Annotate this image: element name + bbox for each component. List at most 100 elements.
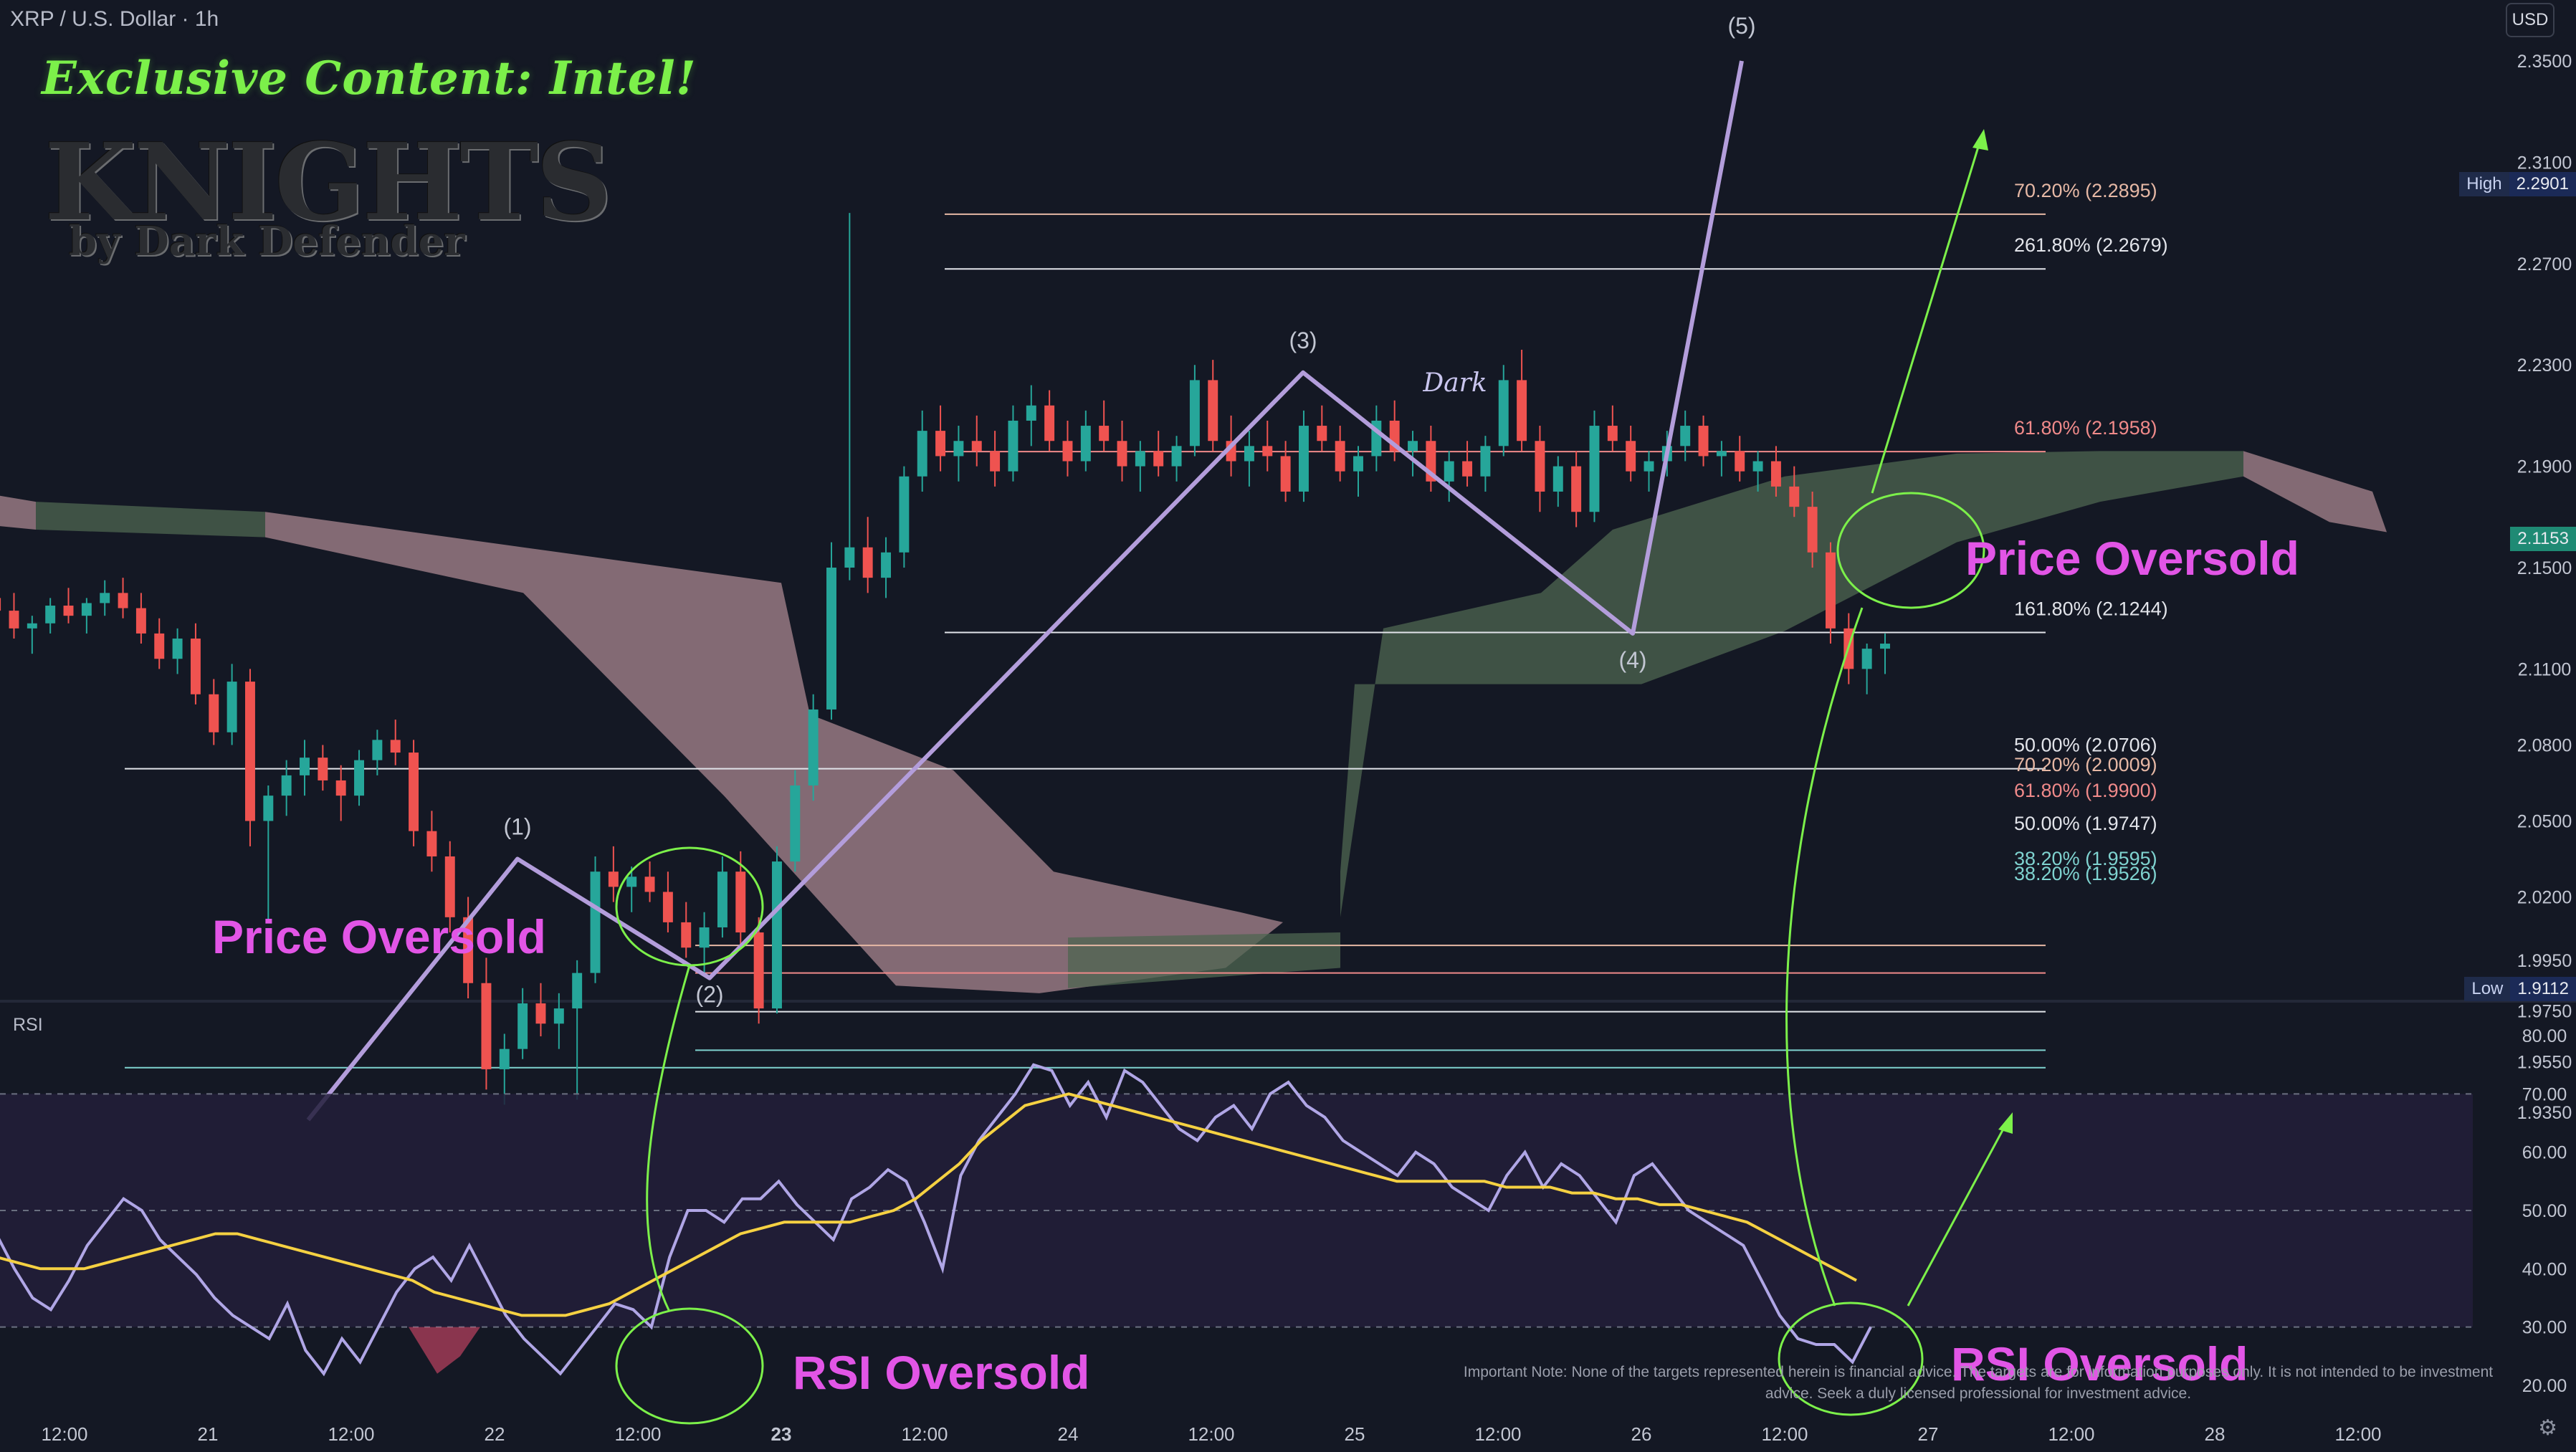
candle-body	[300, 758, 310, 775]
candle-body	[335, 780, 346, 796]
high-value: 2.2901	[2509, 172, 2576, 196]
candle-body	[281, 775, 292, 796]
candle-body	[590, 871, 601, 973]
chart-container[interactable]: 70.20% (2.2895) 261.80% (2.2679) 61.80% (2…	[0, 0, 2576, 1452]
rsi-axis-tick: 30.00	[2522, 1318, 2567, 1338]
candle-body	[1498, 380, 1509, 446]
time-axis-tick: 21	[198, 1423, 219, 1445]
candle-body	[535, 1003, 546, 1024]
currency-button[interactable]: USD	[2506, 3, 2554, 37]
candle-body	[1626, 441, 1636, 472]
price-axis-tick: 2.1100	[2518, 659, 2572, 679]
candle-body	[662, 892, 673, 922]
candle-body	[1444, 461, 1454, 482]
candle-body	[1517, 380, 1527, 441]
candle-body	[481, 983, 492, 1069]
candle-body	[1861, 649, 1872, 669]
candle-body	[1752, 461, 1763, 472]
candle-body	[1480, 446, 1491, 477]
candle-body	[1171, 446, 1182, 467]
time-axis-tick: 25	[1345, 1423, 1365, 1445]
watermark-mid-label: Dark	[1422, 368, 1487, 398]
candle-body	[1135, 451, 1145, 467]
time-axis-tick: 26	[1631, 1423, 1652, 1445]
candle-body	[572, 973, 583, 1009]
candle-body	[1189, 380, 1200, 446]
candle-body	[1552, 466, 1563, 492]
candle-body	[1807, 507, 1818, 553]
candle-body	[1080, 426, 1091, 462]
target-arrow-line	[1871, 137, 1983, 494]
rsi-layer	[0, 1063, 2473, 1377]
time-axis-tick: 12:00	[2048, 1423, 2094, 1445]
candle-body	[154, 633, 165, 659]
candle-body	[1280, 456, 1291, 492]
rsi-axis-tick: 50.00	[2522, 1201, 2567, 1221]
low-price-tag: Low 1.9112	[2464, 977, 2576, 1001]
candle-body	[1770, 461, 1781, 487]
price-axis-tick: 2.0200	[2517, 888, 2572, 908]
pane-separator	[0, 1000, 2576, 1003]
candle-body	[1262, 446, 1273, 457]
candle-body	[1789, 486, 1800, 507]
rsi-oversold-label: RSI Oversold	[793, 1346, 1089, 1399]
time-axis-tick: 12:00	[41, 1423, 87, 1445]
price-axis-tick: 1.9550	[2517, 1052, 2572, 1072]
time-axis-tick: 28	[2205, 1423, 2226, 1445]
candle-body	[1589, 426, 1600, 512]
candle-body	[409, 753, 419, 831]
candle-body	[771, 861, 782, 1009]
candle-body	[1535, 441, 1545, 492]
ichimoku-cloud-segment	[523, 547, 1283, 993]
rsi-axis-tick: 20.00	[2522, 1376, 2567, 1396]
gear-icon[interactable]: ⚙	[2538, 1415, 2557, 1441]
wave-label: (1)	[503, 814, 531, 840]
candle-body	[935, 431, 946, 457]
candle-body	[1680, 426, 1691, 446]
candle-body	[517, 1003, 528, 1049]
candle-body	[172, 638, 183, 659]
candle-body	[644, 877, 655, 892]
candle-body	[390, 740, 401, 753]
fib-level-label: 50.00% (2.0706)	[2014, 735, 2157, 756]
candle-body	[1571, 466, 1582, 512]
low-value: 1.9112	[2510, 977, 2576, 1001]
time-axis-tick: 12:00	[1761, 1423, 1808, 1445]
price-axis-tick: 1.9350	[2517, 1103, 2572, 1123]
candle-body	[81, 603, 92, 616]
candle-body	[1298, 426, 1309, 492]
candle-body	[717, 871, 728, 927]
time-axis-tick: 27	[1918, 1423, 1939, 1445]
candle-body	[1153, 451, 1164, 467]
candle-body	[971, 441, 982, 452]
candle-body	[1408, 441, 1418, 452]
candle-body	[1117, 441, 1127, 467]
rsi-title: RSI	[13, 1015, 43, 1035]
candle-body	[63, 606, 74, 616]
candle-body	[0, 598, 1, 611]
candle-body	[444, 856, 455, 917]
candle-body	[1880, 644, 1890, 649]
rsi-oversold-fill	[409, 1327, 480, 1374]
time-axis-tick: 12:00	[1188, 1423, 1234, 1445]
ichimoku-cloud-segment	[1068, 932, 1340, 988]
watermark-tagline: Exclusive Content: Intel!	[42, 52, 697, 105]
candle-body	[553, 1008, 564, 1024]
time-axis-tick: 12:00	[614, 1423, 661, 1445]
candle-body	[263, 796, 274, 821]
candle-body	[953, 441, 964, 457]
watermark-byline: by Dark Defender	[69, 218, 465, 265]
candle-body	[1644, 461, 1654, 472]
candle-body	[826, 568, 836, 710]
time-axis-tick: 23	[771, 1423, 792, 1445]
candle-body	[190, 638, 201, 694]
candle-body	[735, 871, 746, 933]
time-axis-tick: 12:00	[1474, 1423, 1521, 1445]
price-axis-tick: 2.2300	[2517, 355, 2572, 376]
candle-body	[681, 922, 692, 948]
time-axis-tick: 12:00	[2334, 1423, 2381, 1445]
candle-body	[699, 927, 710, 948]
price-axis-tick: 2.2700	[2517, 254, 2572, 274]
symbol-title[interactable]: XRP / U.S. Dollar · 1h	[10, 7, 219, 32]
candle-body	[1698, 426, 1709, 457]
